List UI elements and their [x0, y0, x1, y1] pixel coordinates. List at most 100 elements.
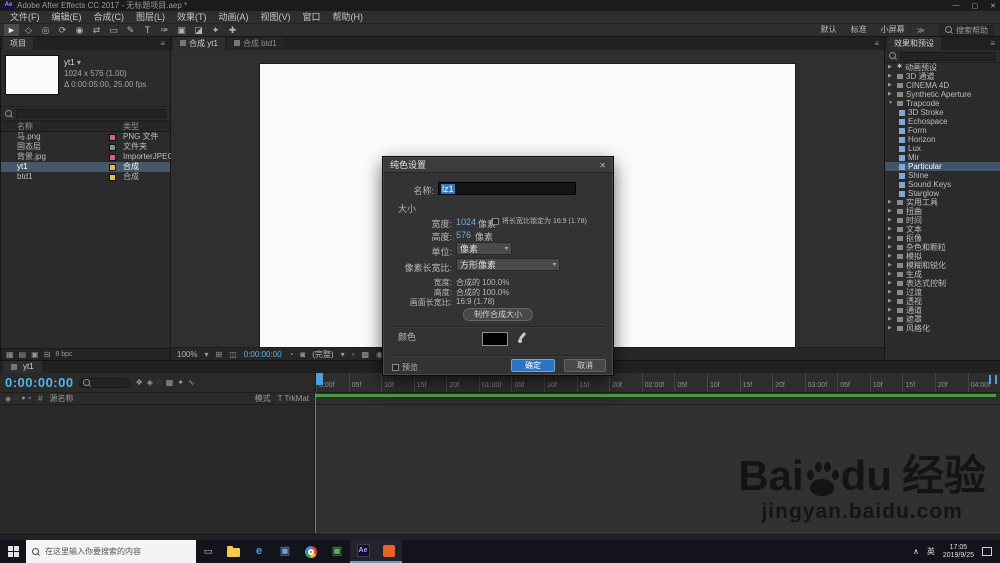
effect-item[interactable]: Horizon: [885, 135, 1000, 144]
workspace-overflow-button[interactable]: ≫: [917, 26, 925, 35]
width-value[interactable]: 1024: [456, 217, 476, 227]
help-search[interactable]: 搜索帮助: [939, 24, 994, 36]
action-center-icon[interactable]: [982, 547, 992, 556]
mask-visibility-icon[interactable]: ◫: [229, 350, 237, 359]
work-area-end-marker[interactable]: [989, 375, 997, 384]
cancel-button[interactable]: 取消: [564, 359, 606, 372]
preview-comp-name[interactable]: yt1: [64, 58, 75, 67]
tab-composition-btd1[interactable]: 合成 btd1: [226, 37, 284, 50]
effect-item[interactable]: Sound Keys: [885, 180, 1000, 189]
zoom-tool-icon[interactable]: ◎: [38, 24, 53, 36]
draft-3d-icon[interactable]: ◈: [147, 378, 153, 387]
roto-brush-tool-icon[interactable]: ✦: [208, 24, 223, 36]
edge-browser-icon[interactable]: e: [246, 540, 272, 563]
current-time-indicator[interactable]: [316, 373, 323, 385]
timeline-search[interactable]: [78, 377, 131, 388]
effects-category[interactable]: ▶ 遮罩: [885, 315, 1000, 324]
expand-arrow-icon[interactable]: ▶: [888, 81, 894, 90]
height-value[interactable]: 576: [456, 230, 471, 240]
menu-item[interactable]: 帮助(H): [327, 11, 370, 23]
expand-arrow-icon[interactable]: ▶: [888, 288, 894, 297]
effect-item[interactable]: 3D Stroke: [885, 108, 1000, 117]
composition-mini-flowchart-icon[interactable]: ❖: [136, 378, 143, 387]
track-lanes-area[interactable]: Bai du 经验 jingyan.baidu.com: [315, 405, 1000, 534]
panel-menu-icon[interactable]: ≡: [874, 39, 882, 48]
viewer-timecode[interactable]: 0:00:00:00: [244, 350, 282, 359]
close-icon[interactable]: ✕: [990, 2, 996, 10]
pen-tool-icon[interactable]: ✎: [123, 24, 138, 36]
brush-tool-icon[interactable]: ✑: [157, 24, 172, 36]
rotation-tool-icon[interactable]: ⟳: [55, 24, 70, 36]
units-select[interactable]: 像素 ▾: [456, 242, 512, 255]
expand-arrow-icon[interactable]: ▶: [888, 279, 894, 288]
expand-arrow-icon[interactable]: ▶: [888, 90, 894, 99]
wechat-app-icon[interactable]: ▣: [324, 540, 350, 563]
eyedropper-icon[interactable]: [516, 332, 528, 344]
chevron-down-icon[interactable]: ▾: [77, 58, 81, 67]
effects-category[interactable]: ▶ 抠像: [885, 234, 1000, 243]
grid-guides-icon[interactable]: ⊞: [215, 350, 222, 359]
tab-composition-yt1[interactable]: 合成 yt1: [173, 37, 225, 50]
effects-category[interactable]: ▶ 模拟: [885, 252, 1000, 261]
effects-search[interactable]: [885, 50, 1000, 63]
make-comp-size-button[interactable]: 制作合成大小: [463, 308, 533, 321]
task-view-icon[interactable]: ▭: [196, 540, 220, 563]
expand-arrow-icon[interactable]: ▶: [888, 315, 894, 324]
effect-item[interactable]: Particular: [885, 162, 1000, 171]
graph-editor-icon[interactable]: ∿: [188, 378, 195, 387]
expand-arrow-icon[interactable]: ▶: [888, 324, 894, 333]
camera-tool-icon[interactable]: ◉: [72, 24, 87, 36]
menu-item[interactable]: 图层(L): [130, 11, 171, 23]
workspace-tab[interactable]: 小屏幕: [875, 24, 911, 36]
new-composition-icon[interactable]: ▣: [31, 350, 39, 359]
label-color-swatch[interactable]: [109, 134, 116, 141]
hide-shy-layers-icon[interactable]: ◌: [157, 378, 162, 387]
color-swatch[interactable]: [482, 332, 508, 346]
start-button[interactable]: [0, 540, 26, 563]
chrome-browser-icon[interactable]: [298, 540, 324, 563]
layer-list-area[interactable]: [0, 405, 315, 534]
project-row[interactable]: 马.png PNG 文件: [1, 132, 170, 142]
project-search[interactable]: [1, 107, 170, 121]
expand-arrow-icon[interactable]: ▶: [888, 270, 894, 279]
ok-button[interactable]: 确定: [511, 359, 555, 372]
label-color-swatch[interactable]: [109, 154, 116, 161]
effects-category[interactable]: ▶ 通道: [885, 306, 1000, 315]
effects-category[interactable]: ▼ Trapcode: [885, 99, 1000, 108]
menu-item[interactable]: 视图(V): [255, 11, 297, 23]
effects-category[interactable]: ▶ 文本: [885, 225, 1000, 234]
current-time-display[interactable]: 0:00:00:00: [5, 375, 74, 390]
effects-category[interactable]: ▶ 表达式控制: [885, 279, 1000, 288]
label-color-swatch[interactable]: [109, 164, 116, 171]
file-explorer-icon[interactable]: [220, 540, 246, 563]
effects-category[interactable]: ▶ 风格化: [885, 324, 1000, 333]
name-input[interactable]: lz1: [438, 182, 576, 195]
project-bit-depth[interactable]: 8 bpc: [55, 351, 72, 358]
preview-checkbox[interactable]: 预览: [392, 362, 418, 373]
selection-tool-icon[interactable]: ►: [4, 24, 19, 36]
zoom-level[interactable]: 100%: [177, 350, 197, 359]
column-header-number[interactable]: #: [38, 394, 42, 403]
effect-item[interactable]: Shine: [885, 171, 1000, 180]
audio-toggle-icon[interactable]: ◌: [14, 395, 18, 403]
clone-stamp-tool-icon[interactable]: ▣: [174, 24, 189, 36]
resolution-setting[interactable]: (完整): [312, 349, 333, 360]
effects-category[interactable]: ▶ 实用工具: [885, 198, 1000, 207]
show-channel-icon[interactable]: ◙: [300, 350, 305, 359]
project-row[interactable]: btd1 合成: [1, 172, 170, 182]
column-header-name[interactable]: 名称: [17, 121, 33, 132]
expand-arrow-icon[interactable]: ▶: [888, 261, 894, 270]
expand-arrow-icon[interactable]: ▶: [888, 243, 894, 252]
dialog-titlebar[interactable]: 纯色设置 ✕: [384, 158, 612, 173]
project-row[interactable]: 固态层 文件夹: [1, 142, 170, 152]
workspace-tab[interactable]: 标准: [845, 24, 873, 36]
minimize-icon[interactable]: —: [953, 2, 960, 10]
timeline-tab-yt1[interactable]: yt1: [3, 361, 42, 373]
transparency-grid-icon[interactable]: ▩: [361, 350, 369, 359]
effects-category[interactable]: ▶ Synthetic Aperture: [885, 90, 1000, 99]
taskbar-clock[interactable]: 17:05 2019/9/25: [943, 544, 974, 560]
expand-arrow-icon[interactable]: ▶: [888, 234, 894, 243]
browser-app-icon[interactable]: [376, 540, 402, 563]
column-header-trkmat[interactable]: T TrkMat: [278, 394, 309, 403]
column-header-mode[interactable]: 模式: [255, 393, 271, 404]
